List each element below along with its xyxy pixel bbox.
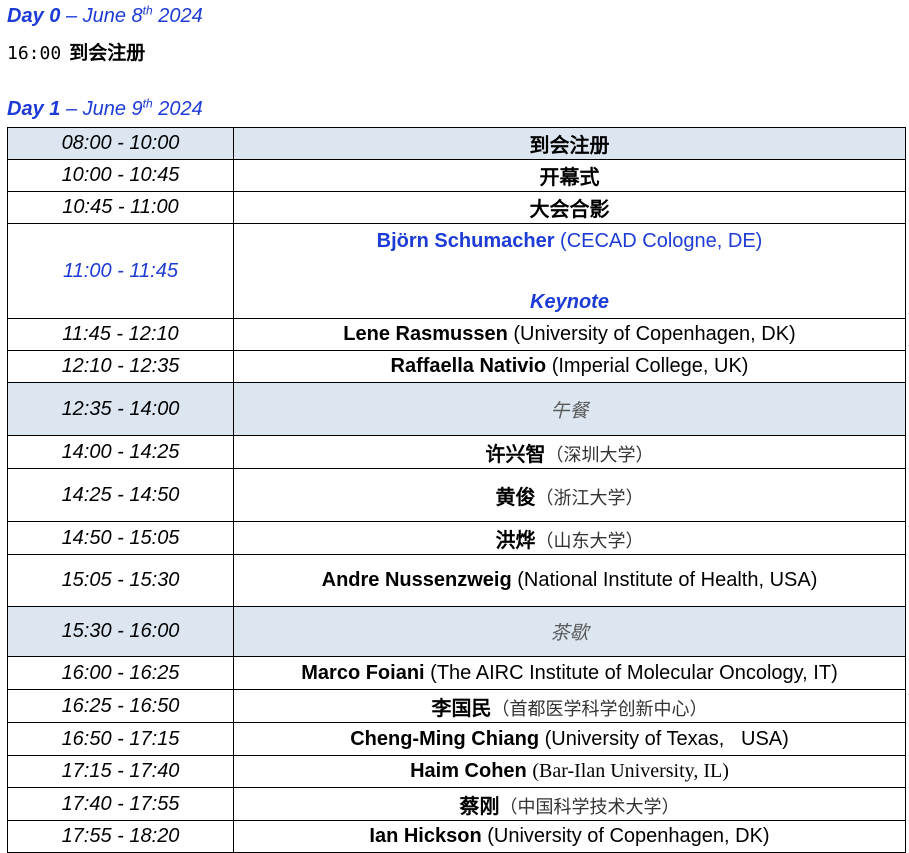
session-cell: Lene Rasmussen (University of Copenhagen… bbox=[233, 318, 906, 351]
speaker-name: 洪烨 bbox=[495, 527, 536, 552]
keynote-tag: Keynote bbox=[530, 291, 609, 313]
session-title: 大会合影 bbox=[233, 191, 906, 224]
session-cell: 洪烨（山东大学） bbox=[233, 521, 906, 555]
speaker-affiliation: （浙江大学） bbox=[535, 487, 644, 509]
speaker-name: 李国民 bbox=[431, 695, 492, 720]
table-row: 17:55 - 18:20 Ian Hickson (University of… bbox=[7, 820, 906, 853]
day1-label: Day 1 bbox=[7, 98, 61, 120]
day0-time: 16:00 bbox=[7, 43, 62, 64]
speaker-affiliation: （山东大学） bbox=[535, 530, 644, 552]
session-cell: Raffaella Nativio (Imperial College, UK) bbox=[233, 350, 906, 383]
time-cell: 12:35 - 14:00 bbox=[7, 382, 234, 436]
table-row: 10:00 - 10:45 开幕式 bbox=[7, 159, 906, 192]
table-row: 17:40 - 17:55 蔡刚（中国科学技术大学） bbox=[7, 787, 906, 821]
speaker-name: Marco Foiani bbox=[301, 661, 425, 684]
day1-date: – June 9 bbox=[65, 98, 143, 120]
time-cell: 10:45 - 11:00 bbox=[7, 191, 234, 224]
speaker-affiliation: (CECAD Cologne, DE) bbox=[560, 230, 763, 252]
time-cell: 16:00 - 16:25 bbox=[7, 656, 234, 690]
session-cell: 黄俊（浙江大学） bbox=[233, 468, 906, 522]
day1-heading: Day 1 – June 9th 2024 bbox=[7, 96, 203, 121]
day0-entry: 16:00 到会注册 bbox=[7, 38, 145, 65]
speaker-affiliation: （深圳大学） bbox=[545, 444, 654, 466]
table-row: 17:15 - 17:40 Haim Cohen (Bar-Ilan Unive… bbox=[7, 755, 906, 788]
session-cell: 蔡刚（中国科学技术大学） bbox=[233, 787, 906, 821]
speaker-name: Ian Hickson bbox=[369, 825, 482, 847]
table-row: 16:00 - 16:25 Marco Foiani (The AIRC Ins… bbox=[7, 656, 906, 690]
session-cell: Cheng-Ming Chiang (University of Texas, … bbox=[233, 722, 906, 756]
speaker-affiliation: （首都医学科学创新中心） bbox=[491, 698, 708, 720]
time-cell: 08:00 - 10:00 bbox=[7, 127, 234, 160]
time-cell: 11:45 - 12:10 bbox=[7, 318, 234, 351]
table-row: 11:45 - 12:10 Lene Rasmussen (University… bbox=[7, 318, 906, 351]
table-row: 15:05 - 15:30 Andre Nussenzweig (Nationa… bbox=[7, 554, 906, 607]
speaker-name: 蔡刚 bbox=[459, 793, 500, 818]
session-cell: 许兴智（深圳大学） bbox=[233, 435, 906, 469]
session-title: 到会注册 bbox=[233, 127, 906, 160]
session-cell: Ian Hickson (University of Copenhagen, D… bbox=[233, 820, 906, 853]
break-label: 茶歇 bbox=[233, 606, 906, 657]
speaker-name: Lene Rasmussen bbox=[343, 323, 508, 345]
speaker-affiliation: (Imperial College, UK) bbox=[551, 355, 749, 377]
time-cell: 17:55 - 18:20 bbox=[7, 820, 234, 853]
table-row: 14:00 - 14:25 许兴智（深圳大学） bbox=[7, 435, 906, 469]
break-label: 午餐 bbox=[233, 382, 906, 436]
time-cell: 17:15 - 17:40 bbox=[7, 755, 234, 788]
table-row: 08:00 - 10:00 到会注册 bbox=[7, 127, 906, 160]
time-cell: 15:30 - 16:00 bbox=[7, 606, 234, 657]
day0-label: Day 0 bbox=[7, 5, 61, 27]
table-row: 12:10 - 12:35 Raffaella Nativio (Imperia… bbox=[7, 350, 906, 383]
speaker-affiliation: (The AIRC Institute of Molecular Oncolog… bbox=[430, 661, 838, 684]
day0-content: 到会注册 bbox=[69, 42, 146, 64]
time-cell: 11:00 - 11:45 bbox=[7, 223, 234, 319]
time-cell: 16:25 - 16:50 bbox=[7, 689, 234, 723]
table-row: 14:50 - 15:05 洪烨（山东大学） bbox=[7, 521, 906, 555]
session-cell: Björn Schumacher (CECAD Cologne, DE) Key… bbox=[233, 223, 906, 319]
day0-heading: Day 0 – June 8th 2024 bbox=[7, 3, 203, 28]
time-cell: 17:40 - 17:55 bbox=[7, 787, 234, 821]
speaker-name: Cheng-Ming Chiang bbox=[350, 727, 540, 750]
speaker-name: Raffaella Nativio bbox=[390, 355, 547, 377]
speaker-name: Haim Cohen bbox=[410, 760, 527, 782]
table-row-keynote: 11:00 - 11:45 Björn Schumacher (CECAD Co… bbox=[7, 223, 906, 319]
time-cell: 12:10 - 12:35 bbox=[7, 350, 234, 383]
table-row-break: 15:30 - 16:00 茶歇 bbox=[7, 606, 906, 657]
session-cell: Haim Cohen (Bar-Ilan University, IL) bbox=[233, 755, 906, 788]
session-cell: Marco Foiani (The AIRC Institute of Mole… bbox=[233, 656, 906, 690]
speaker-affiliation: (University of Copenhagen, DK) bbox=[487, 825, 770, 847]
speaker-affiliation: (Bar-Ilan University, IL) bbox=[532, 760, 729, 782]
session-title: 开幕式 bbox=[233, 159, 906, 192]
table-row: 16:50 - 17:15 Cheng-Ming Chiang (Univers… bbox=[7, 722, 906, 756]
table-row: 16:25 - 16:50 李国民（首都医学科学创新中心） bbox=[7, 689, 906, 723]
speaker-name: 许兴智 bbox=[485, 441, 546, 466]
table-row: 14:25 - 14:50 黄俊（浙江大学） bbox=[7, 468, 906, 522]
speaker-name: Andre Nussenzweig bbox=[321, 569, 512, 591]
time-cell: 14:00 - 14:25 bbox=[7, 435, 234, 469]
speaker-affiliation: (University of Texas, USA) bbox=[544, 727, 789, 750]
day1-year: 2024 bbox=[158, 98, 203, 120]
time-cell: 14:50 - 15:05 bbox=[7, 521, 234, 555]
session-cell: 李国民（首都医学科学创新中心） bbox=[233, 689, 906, 723]
day1-date-suffix: th bbox=[142, 96, 153, 111]
time-cell: 14:25 - 14:50 bbox=[7, 468, 234, 522]
time-cell: 16:50 - 17:15 bbox=[7, 722, 234, 756]
speaker-affiliation: （中国科学技术大学） bbox=[499, 796, 680, 818]
speaker-name: 黄俊 bbox=[495, 484, 536, 509]
speaker-affiliation: (National Institute of Health, USA) bbox=[517, 569, 818, 591]
day0-date-suffix: th bbox=[142, 3, 153, 18]
session-cell: Andre Nussenzweig (National Institute of… bbox=[233, 554, 906, 607]
time-cell: 10:00 - 10:45 bbox=[7, 159, 234, 192]
speaker-affiliation: (University of Copenhagen, DK) bbox=[513, 323, 796, 345]
table-row: 10:45 - 11:00 大会合影 bbox=[7, 191, 906, 224]
day0-year: 2024 bbox=[158, 5, 203, 27]
time-cell: 15:05 - 15:30 bbox=[7, 554, 234, 607]
speaker-name: Björn Schumacher bbox=[376, 230, 555, 252]
table-row-break: 12:35 - 14:00 午餐 bbox=[7, 382, 906, 436]
schedule-table: 08:00 - 10:00 到会注册 10:00 - 10:45 开幕式 10:… bbox=[7, 127, 906, 853]
day0-date: – June 8 bbox=[65, 5, 143, 27]
